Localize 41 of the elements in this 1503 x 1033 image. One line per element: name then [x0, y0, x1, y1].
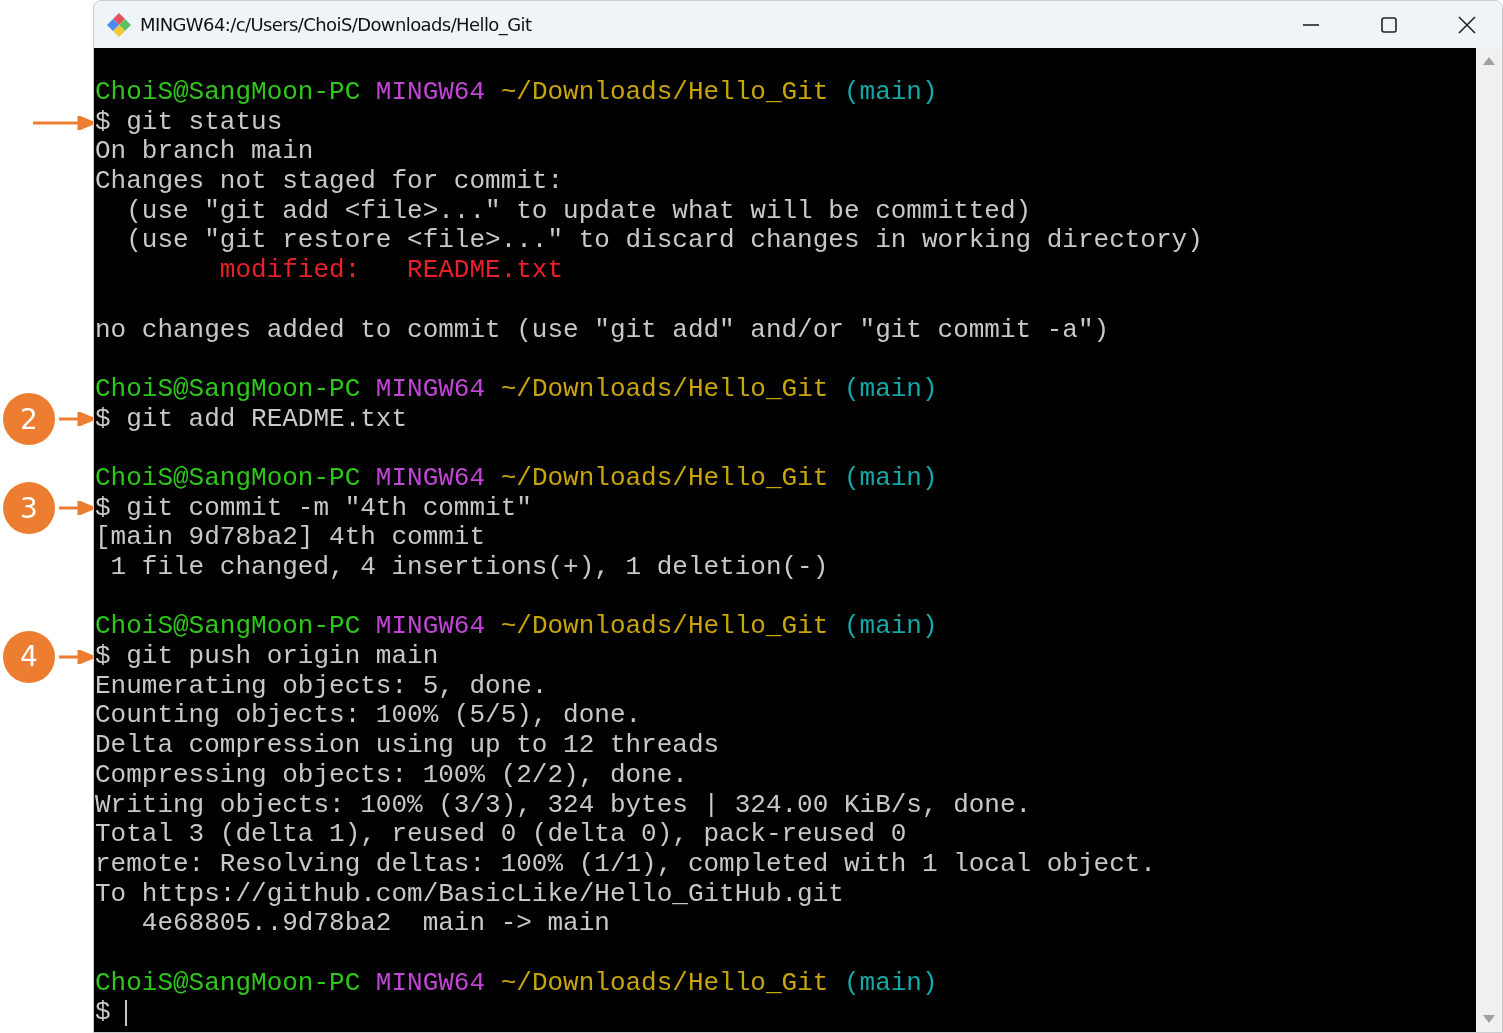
scroll-down-icon[interactable]	[1482, 1014, 1496, 1024]
arrow-icon	[59, 412, 93, 427]
output-line: 4e68805..9d78ba2 main -> main	[140, 909, 610, 939]
step-number-badge: 4	[3, 630, 55, 683]
output-line: Delta compression using up to 12 threads	[95, 731, 720, 761]
output-line: Writing objects: 100% (3/3), 324 bytes | 324.00 KiB/s, done.	[95, 790, 1032, 821]
output-line: modified: README.txt	[218, 256, 564, 286]
scrollbar[interactable]	[1476, 48, 1502, 1032]
output-line: Compressing objects: 100% (2/2), done.	[95, 760, 688, 791]
output-line: Changes not staged for commit:	[95, 167, 564, 197]
command-line: $ git push origin main	[95, 642, 439, 672]
close-icon[interactable]	[1457, 14, 1477, 35]
prompt-line: ChoiS@SangMoon-PC MINGW64 ~/Downloads/Hello_Git (main)	[95, 78, 938, 108]
output-line: To https://github.com/BasicLike/Hello_GitHub.git	[95, 879, 844, 910]
arrow-icon	[59, 649, 93, 664]
prompt-line: ChoiS@SangMoon-PC MINGW64 ~/Downloads/Hello_Git (main)	[95, 612, 938, 643]
prompt-line: ChoiS@SangMoon-PC MINGW64 ~/Downloads/Hello_Git (main)	[95, 374, 938, 405]
output-line: 1 file changed, 4 insertions(+), 1 deletion(-)	[109, 553, 829, 583]
diamond-logo-icon	[106, 11, 132, 38]
output-line: (use "git add <file>..." to update what will be committed)	[125, 196, 1032, 227]
maximize-icon[interactable]	[1380, 15, 1398, 34]
command-line: $ git status	[95, 107, 283, 138]
command-line: $	[95, 998, 111, 1028]
output-line: On branch main	[95, 137, 314, 168]
command-line: $ git add README.txt	[95, 404, 408, 435]
output-line: (use "git restore <file>..." to discard changes in working directory)	[125, 226, 1203, 257]
arrow-icon	[59, 501, 93, 516]
output-line: [main 9d78ba2] 4th commit	[95, 523, 486, 553]
output-line: Counting objects: 100% (5/5), done.	[95, 701, 642, 732]
output-line: Total 3 (delta 1), reused 0 (delta 0), pack-reused 0	[95, 820, 907, 850]
window-title: MINGW64:/c/Users/ChoiS/Downloads/Hello_Git	[140, 14, 532, 35]
output-line: Enumerating objects: 5, done.	[95, 671, 548, 702]
prompt-line: ChoiS@SangMoon-PC MINGW64 ~/Downloads/Hello_Git (main)	[95, 463, 938, 494]
arrow-icon	[33, 115, 93, 130]
output-line: remote: Resolving deltas: 100% (1/1), completed with 1 local object.	[95, 849, 1156, 880]
command-line: $ git commit -m "4th commit"	[95, 493, 532, 524]
scroll-up-icon[interactable]	[1482, 56, 1496, 66]
step-number-badge: 3	[3, 482, 55, 535]
output-line: no changes added to commit (use "git add" and/or "git commit -a")	[95, 315, 1110, 346]
step-number-badge: 2	[3, 393, 55, 446]
prompt-line: ChoiS@SangMoon-PC MINGW64 ~/Downloads/Hello_Git (main)	[95, 968, 938, 999]
